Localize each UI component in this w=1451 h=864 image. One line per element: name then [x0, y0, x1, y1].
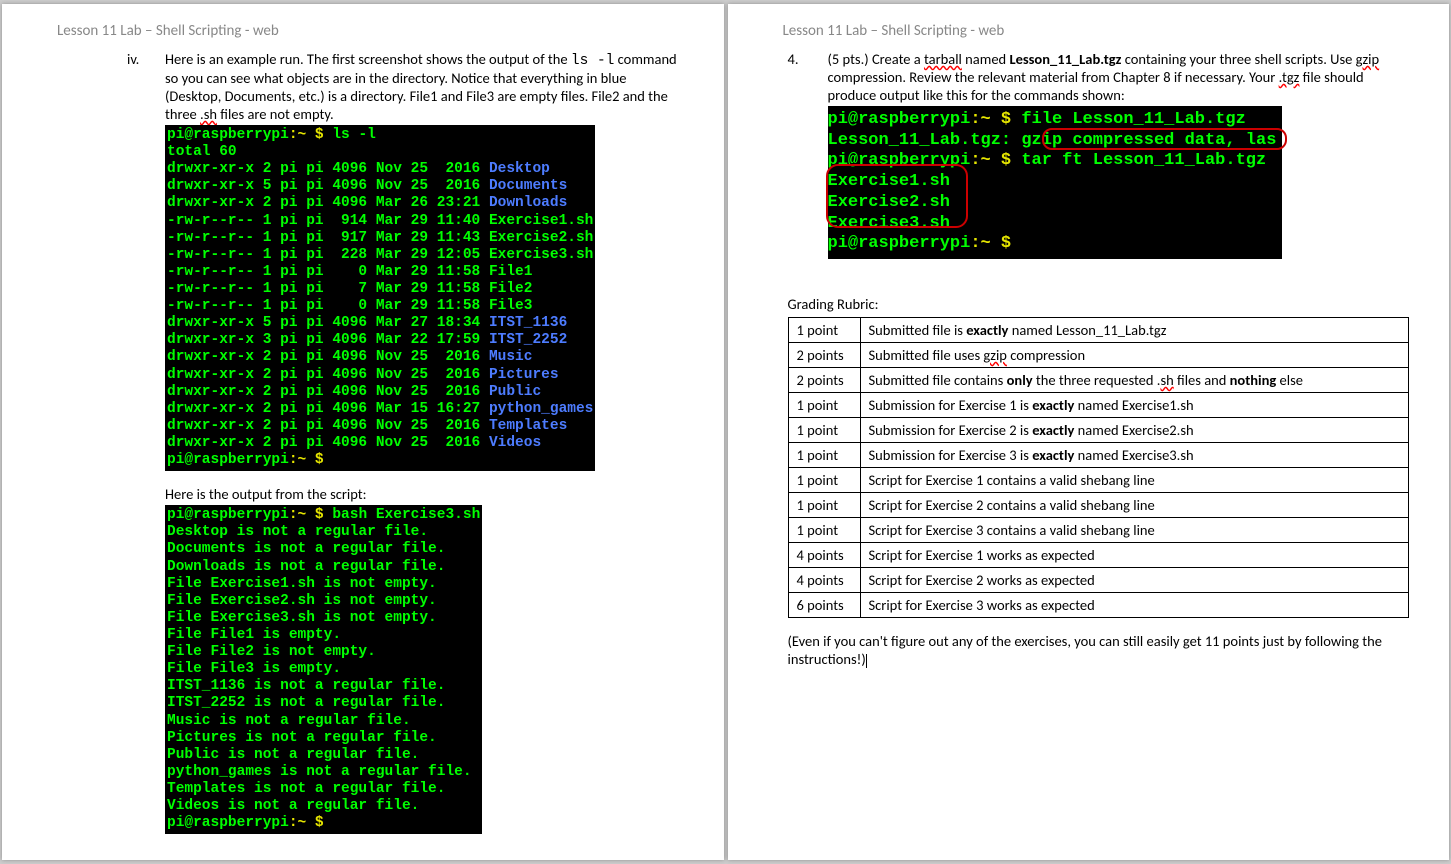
rubric-row: 6 pointsScript for Exercise 3 works as e…	[788, 593, 1409, 618]
rubric-row: 1 pointScript for Exercise 3 contains a …	[788, 518, 1409, 543]
item-4: 4. (5 pts.) Create a tarball named Lesso…	[788, 50, 1410, 259]
rubric-text: Submitted file is exactly named Lesson_1…	[860, 318, 1409, 343]
num-4: 4.	[788, 50, 828, 259]
rubric-row: 4 pointsScript for Exercise 2 works as e…	[788, 568, 1409, 593]
rubric-row: 1 pointScript for Exercise 1 contains a …	[788, 468, 1409, 493]
page-right: Lesson 11 Lab – Shell Scripting - web 4.…	[728, 4, 1450, 860]
rubric-points: 4 points	[788, 543, 860, 568]
q4-t1: named	[962, 50, 1010, 68]
rubric-row: 1 pointSubmission for Exercise 2 is exac…	[788, 418, 1409, 443]
terminal3-wrap: pi@raspberrypi:~ $ file Lesson_11_Lab.tg…	[828, 106, 1283, 259]
rubric-row: 1 pointSubmission for Exercise 3 is exac…	[788, 443, 1409, 468]
rubric-text: Submitted file uses gzip compression	[860, 343, 1409, 368]
q4-pts: (5 pts.) Create a	[828, 50, 924, 68]
rubric-points: 2 points	[788, 343, 860, 368]
terminal-ls: pi@raspberrypi:~ $ ls -l total 60 drwxr-…	[165, 125, 595, 471]
rubric-row: 1 pointSubmission for Exercise 1 is exac…	[788, 393, 1409, 418]
intro-text: Here is an example run. The first screen…	[165, 50, 684, 123]
rubric-points: 2 points	[788, 368, 860, 393]
rubric-text: Script for Exercise 1 works as expected	[860, 543, 1409, 568]
rubric-text: Submission for Exercise 1 is exactly nam…	[860, 393, 1409, 418]
rubric-text: Submission for Exercise 2 is exactly nam…	[860, 418, 1409, 443]
q4-filename: Lesson_11_Lab.tgz	[1009, 50, 1121, 68]
page-header: Lesson 11 Lab – Shell Scripting - web	[32, 4, 694, 50]
intro-part-a: Here is an example run. The first screen…	[165, 50, 571, 68]
rubric-points: 1 point	[788, 318, 860, 343]
rubric-points: 1 point	[788, 518, 860, 543]
rubric-text: Script for Exercise 2 works as expected	[860, 568, 1409, 593]
rubric-text: Script for Exercise 2 contains a valid s…	[860, 493, 1409, 518]
terminal-script: pi@raspberrypi:~ $ bash Exercise3.sh Des…	[165, 505, 482, 834]
rubric-points: 1 point	[788, 468, 860, 493]
rubric-points: 1 point	[788, 393, 860, 418]
intro2: Here is the output from the script:	[165, 485, 684, 503]
rubric-row: 4 pointsScript for Exercise 1 works as e…	[788, 543, 1409, 568]
rubric-text: Script for Exercise 3 contains a valid s…	[860, 518, 1409, 543]
rubric-points: 1 point	[788, 493, 860, 518]
rubric-points: 1 point	[788, 418, 860, 443]
terminal-tarball: pi@raspberrypi:~ $ file Lesson_11_Lab.tg…	[828, 106, 1283, 259]
rubric-points: 1 point	[788, 443, 860, 468]
page-header-r: Lesson 11 Lab – Shell Scripting - web	[758, 4, 1420, 50]
page-left: Lesson 11 Lab – Shell Scripting - web iv…	[2, 4, 724, 860]
rubric-text: Submitted file contains only the three r…	[860, 368, 1409, 393]
q4-tgz: .tgz	[1279, 68, 1300, 86]
intro-code: ls -l	[571, 53, 615, 69]
rubric-points: 4 points	[788, 568, 860, 593]
rubric-text: Script for Exercise 3 works as expected	[860, 593, 1409, 618]
intro-sh: .sh	[200, 105, 217, 123]
rubric-title: Grading Rubric:	[788, 295, 1410, 313]
item-iv: iv. Here is an example run. The first sc…	[127, 50, 684, 123]
text-cursor	[866, 654, 867, 668]
rubric-row: 1 pointScript for Exercise 2 contains a …	[788, 493, 1409, 518]
terminal2-wrap: pi@raspberrypi:~ $ bash Exercise3.sh Des…	[165, 505, 684, 834]
q4-gzip: gzip	[1356, 50, 1380, 68]
rubric-text: Script for Exercise 1 contains a valid s…	[860, 468, 1409, 493]
q4-t3: compression. Review the relevant materia…	[828, 68, 1279, 86]
q4-text: (5 pts.) Create a tarball named Lesson_1…	[828, 50, 1410, 259]
rubric-table: 1 pointSubmitted file is exactly named L…	[788, 317, 1410, 618]
bullet-iv: iv.	[127, 50, 165, 123]
intro-part-c: files are not empty.	[217, 105, 334, 123]
q4-t2: containing your three shell scripts. Use	[1121, 50, 1355, 68]
rubric-row: 2 pointsSubmitted file contains only the…	[788, 368, 1409, 393]
rubric-row: 1 pointSubmitted file is exactly named L…	[788, 318, 1409, 343]
footnote: (Even if you can't figure out any of the…	[788, 632, 1410, 668]
rubric-text: Submission for Exercise 3 is exactly nam…	[860, 443, 1409, 468]
q4-tarball: tarball	[924, 50, 962, 68]
rubric-row: 2 pointsSubmitted file uses gzip compres…	[788, 343, 1409, 368]
rubric-section: Grading Rubric: 1 pointSubmitted file is…	[788, 295, 1410, 618]
terminal1-wrap: pi@raspberrypi:~ $ ls -l total 60 drwxr-…	[165, 125, 684, 471]
footnote-text: (Even if you can't figure out any of the…	[788, 632, 1382, 668]
rubric-points: 6 points	[788, 593, 860, 618]
